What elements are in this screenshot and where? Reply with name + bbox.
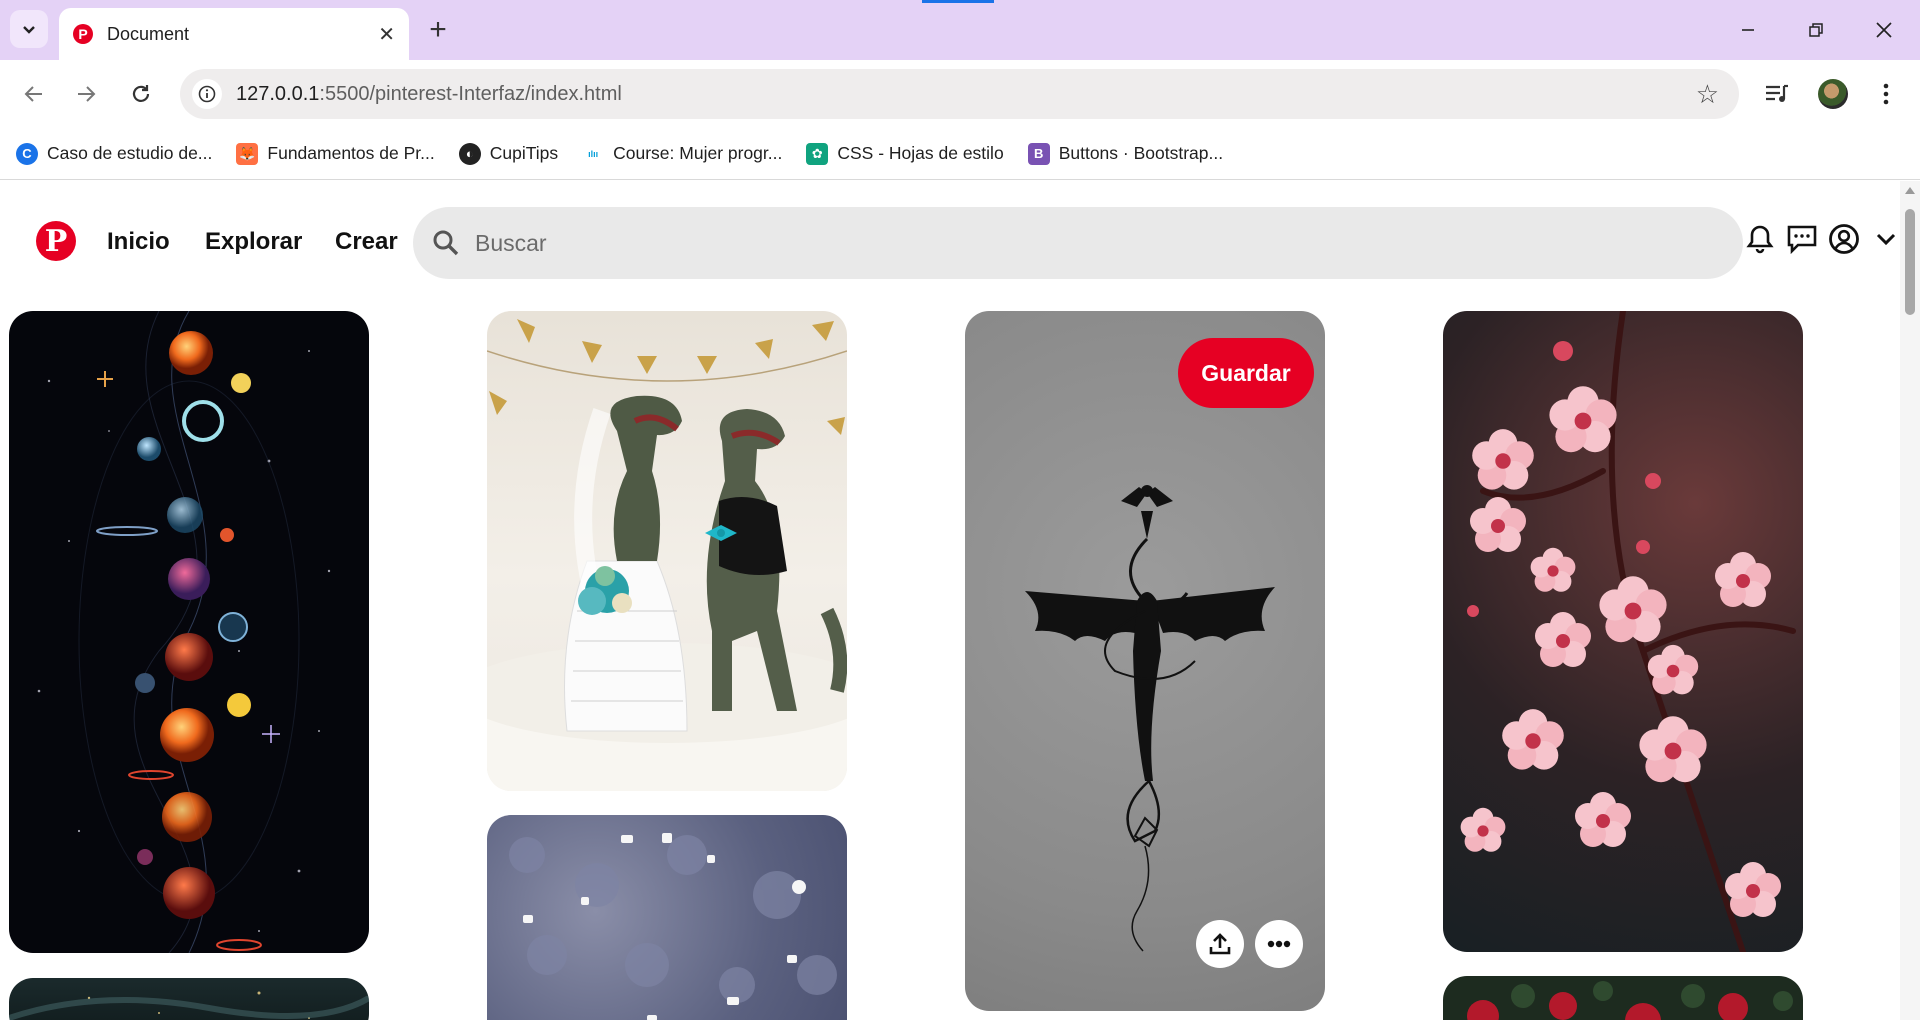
planets-pin[interactable] xyxy=(9,311,369,953)
bookmark-item[interactable]: B Buttons · Bootstrap... xyxy=(1027,142,1224,165)
c-logo-icon: C xyxy=(16,142,38,165)
reload-icon xyxy=(132,85,150,102)
profile-menu-button[interactable] xyxy=(1824,219,1864,259)
reload-button[interactable] xyxy=(121,74,161,114)
bookmarks-bar: C Caso de estudio de... 🦊 Fundamentos de… xyxy=(0,128,1920,180)
address-bar[interactable]: 127.0.0.1:5500/pinterest-Interfaz/index.… xyxy=(180,69,1739,119)
messages-button[interactable] xyxy=(1782,219,1822,259)
search-icon xyxy=(433,230,459,256)
tab-bar: P Document ✕ + xyxy=(0,0,1920,60)
more-options-button[interactable] xyxy=(1255,920,1303,968)
message-icon xyxy=(1787,225,1817,254)
playlist-icon xyxy=(1766,84,1788,102)
dragon-tattoo-image xyxy=(1025,485,1275,952)
bookmark-item[interactable]: C Caso de estudio de... xyxy=(16,142,213,165)
browser-tab[interactable]: P Document ✕ xyxy=(59,8,409,60)
url-text: 127.0.0.1:5500/pinterest-Interfaz/index.… xyxy=(236,83,622,106)
scroll-up-arrow-icon[interactable] xyxy=(1905,187,1915,194)
chevron-down-icon xyxy=(1876,233,1896,246)
bookmark-star-icon[interactable]: ☆ xyxy=(1696,79,1719,110)
bookmark-item[interactable]: ılıı Course: Mujer progr... xyxy=(582,142,783,165)
red-roses-pin[interactable] xyxy=(1443,976,1803,1020)
cherry-blossom-image xyxy=(1460,311,1796,952)
bookmark-label: Fundamentos de Pr... xyxy=(267,143,435,163)
close-tab-icon[interactable]: ✕ xyxy=(378,22,395,47)
bookmark-label: CSS - Hojas de estilo xyxy=(837,143,1004,163)
close-icon xyxy=(1876,22,1892,38)
chevron-down-icon xyxy=(23,26,35,34)
fox-logo-icon: 🦊 xyxy=(236,142,259,165)
site-info-icon[interactable] xyxy=(192,79,222,109)
openai-logo-icon: ✿ xyxy=(806,142,829,165)
nav-crear[interactable]: Crear xyxy=(335,228,398,256)
cherry-blossom-pin[interactable] xyxy=(1443,311,1803,952)
browser-toolbar: 127.0.0.1:5500/pinterest-Interfaz/index.… xyxy=(0,60,1920,128)
new-tab-button[interactable]: + xyxy=(420,12,456,48)
red-roses-image xyxy=(1467,981,1793,1020)
bookmark-label: Course: Mujer progr... xyxy=(613,143,783,163)
globe-icon: ◐ xyxy=(458,142,481,165)
bookmark-label: CupiTips xyxy=(489,143,559,163)
tab-search-button[interactable] xyxy=(10,10,48,48)
page-scrollbar[interactable] xyxy=(1900,181,1920,1020)
bookmark-label: Caso de estudio de... xyxy=(47,143,213,163)
browser-menu-button[interactable] xyxy=(1866,74,1906,114)
back-button[interactable] xyxy=(14,74,54,114)
night-sky-pin[interactable] xyxy=(9,978,369,1020)
glitter-pin[interactable] xyxy=(487,815,847,1020)
bell-icon xyxy=(1746,225,1774,254)
glitter-image xyxy=(509,833,837,1020)
more-horizontal-icon xyxy=(1267,940,1291,948)
dinosaur-wedding-image xyxy=(487,319,847,791)
restore-button[interactable] xyxy=(1788,8,1844,52)
nav-inicio[interactable]: Inicio xyxy=(107,228,170,256)
media-controls-button[interactable] xyxy=(1757,74,1797,114)
minimize-icon xyxy=(1742,29,1754,31)
scrollbar-thumb[interactable] xyxy=(1905,209,1915,315)
bootstrap-logo-icon: B xyxy=(1027,142,1050,165)
bookmark-item[interactable]: 🦊 Fundamentos de Pr... xyxy=(236,142,435,165)
search-bar xyxy=(413,207,1743,279)
pinterest-logo[interactable]: P xyxy=(36,221,76,261)
bookmark-item[interactable]: ✿ CSS - Hojas de estilo xyxy=(806,142,1004,165)
restore-icon xyxy=(1809,23,1823,37)
share-icon xyxy=(1209,933,1231,955)
close-window-button[interactable] xyxy=(1856,8,1912,52)
minimize-button[interactable] xyxy=(1720,8,1776,52)
dinosaur-wedding-pin[interactable] xyxy=(487,311,847,791)
loading-indicator xyxy=(922,0,994,3)
save-pin-button[interactable]: Guardar xyxy=(1178,338,1314,408)
user-circle-icon xyxy=(1829,224,1859,254)
profile-button[interactable] xyxy=(1813,74,1853,114)
arrow-left-icon xyxy=(24,86,42,102)
page-viewport: P Inicio Explorar Crear Buscar Guardar xyxy=(0,181,1920,1020)
notifications-button[interactable] xyxy=(1740,219,1780,259)
cisco-logo-icon: ılıı xyxy=(582,142,605,165)
search-input[interactable] xyxy=(475,229,1675,257)
share-pin-button[interactable] xyxy=(1196,920,1244,968)
url-host: 127.0.0.1 xyxy=(236,82,320,105)
tab-title: Document xyxy=(107,23,190,44)
url-path: :5500/pinterest-Interfaz/index.html xyxy=(319,82,622,105)
planets-image xyxy=(37,311,331,953)
avatar xyxy=(1818,79,1848,109)
bookmark-item[interactable]: ◐ CupiTips xyxy=(458,142,559,165)
pinterest-favicon-icon: P xyxy=(73,24,93,44)
dragon-tattoo-pin[interactable] xyxy=(965,311,1325,1011)
kebab-menu-icon xyxy=(1883,83,1889,105)
night-sky-image xyxy=(9,991,369,1020)
bookmark-label: Buttons · Bootstrap... xyxy=(1058,143,1224,163)
arrow-right-icon xyxy=(78,86,96,102)
nav-explorar[interactable]: Explorar xyxy=(205,228,302,256)
forward-button[interactable] xyxy=(66,74,106,114)
